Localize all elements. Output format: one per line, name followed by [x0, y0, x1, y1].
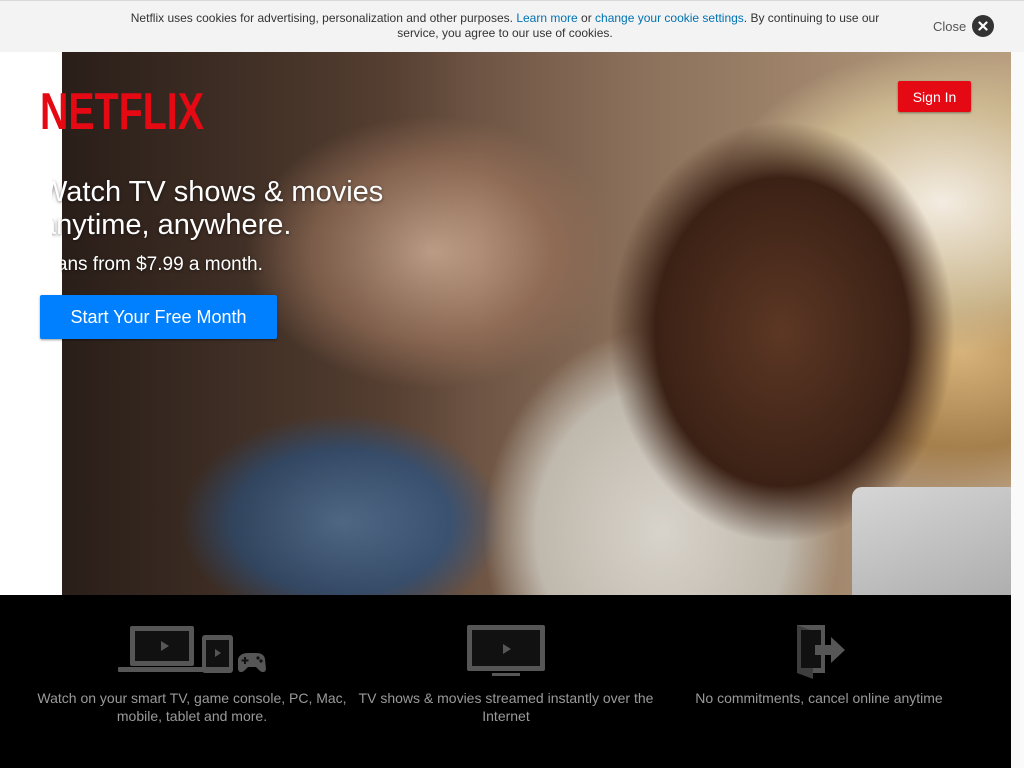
- cookie-banner: Netflix uses cookies for advertising, pe…: [0, 0, 1024, 52]
- feature-no-commitment-text: No commitments, cancel online anytime: [695, 690, 943, 706]
- price-text: Plans from $7.99 a month.: [40, 254, 263, 275]
- hero-headline: Watch TV shows & movies anytime, anywher…: [40, 176, 460, 242]
- cookie-close-label: Close: [933, 18, 967, 34]
- feature-streaming-text: TV shows & movies streamed instantly ove…: [358, 690, 654, 724]
- devices-icon: [32, 623, 352, 681]
- sign-in-button[interactable]: Sign In: [898, 81, 971, 112]
- laptop-image: [852, 487, 1011, 595]
- headline-line-2: anytime, anywhere.: [40, 209, 292, 241]
- logo-text: NETFLIX: [40, 84, 204, 134]
- headline-line-1: Watch TV shows & movies: [40, 176, 384, 208]
- features-section: Watch on your smart TV, game console, PC…: [0, 595, 1011, 768]
- cookie-text-or: or: [577, 11, 596, 25]
- netflix-logo[interactable]: NETFLIX: [40, 84, 206, 134]
- cookie-text-part: Netflix uses cookies for advertising, pe…: [130, 11, 517, 25]
- cookie-settings-link[interactable]: change your cookie settings: [595, 11, 744, 25]
- tv-icon: [346, 623, 666, 681]
- close-icon[interactable]: [972, 15, 995, 37]
- exit-door-icon: [659, 623, 979, 681]
- learn-more-link[interactable]: Learn more: [516, 11, 577, 25]
- cookie-close-button[interactable]: Close: [933, 14, 995, 38]
- cookie-message: Netflix uses cookies for advertising, pe…: [115, 11, 895, 41]
- start-free-month-button[interactable]: Start Your Free Month: [40, 295, 277, 339]
- scrollbar[interactable]: [1011, 52, 1024, 768]
- feature-devices-text: Watch on your smart TV, game console, PC…: [37, 690, 347, 724]
